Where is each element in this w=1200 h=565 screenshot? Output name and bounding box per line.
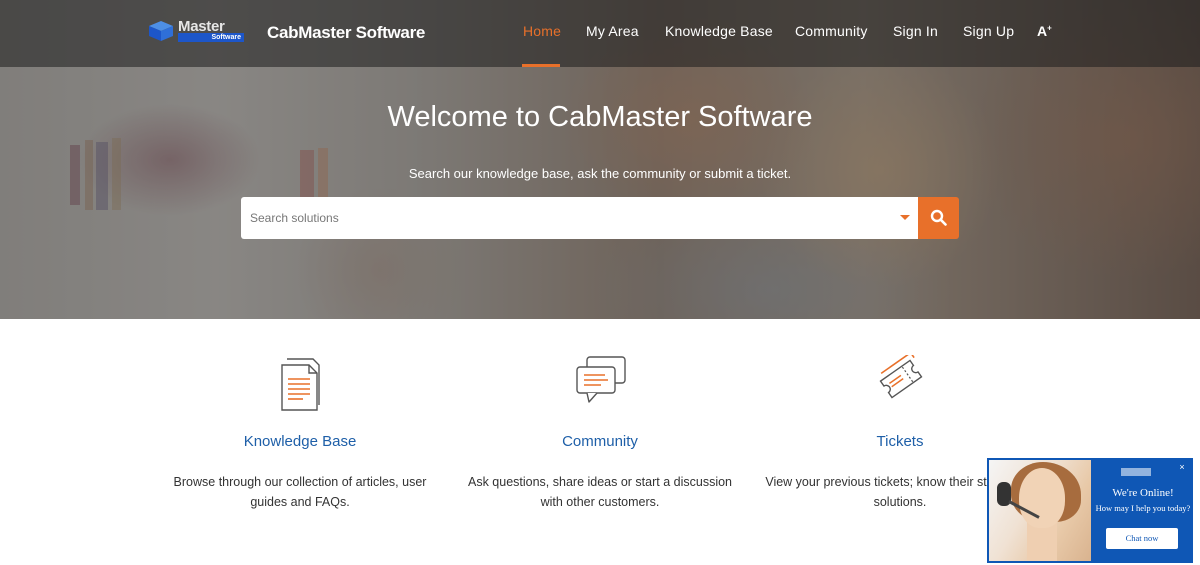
search-input[interactable] bbox=[250, 197, 870, 239]
nav-sign-in[interactable]: Sign In bbox=[893, 23, 938, 39]
font-size-icon: A bbox=[1037, 23, 1048, 39]
chat-logo bbox=[1121, 468, 1151, 476]
agent-face bbox=[1019, 468, 1065, 528]
feature-title[interactable]: Tickets bbox=[750, 433, 1050, 450]
support-agent-photo bbox=[989, 460, 1091, 561]
active-nav-indicator bbox=[522, 64, 560, 67]
chat-now-button[interactable]: Chat now bbox=[1106, 528, 1178, 549]
feature-description: Ask questions, share ideas or start a di… bbox=[467, 475, 733, 509]
top-navigation-bar: Master Software CabMaster Software Home … bbox=[0, 0, 1200, 67]
feature-title[interactable]: Community bbox=[450, 433, 750, 450]
brand-name[interactable]: CabMaster Software bbox=[267, 23, 425, 43]
hero-subtitle: Search our knowledge base, ask the commu… bbox=[408, 166, 792, 181]
hero-title: Welcome to CabMaster Software bbox=[387, 101, 813, 133]
logo-subtext: Software bbox=[178, 33, 244, 42]
search-box bbox=[241, 197, 918, 239]
nav-home[interactable]: Home bbox=[523, 23, 561, 39]
cabmaster-logo[interactable]: Master Software bbox=[148, 18, 248, 44]
nav-sign-up[interactable]: Sign Up bbox=[963, 23, 1014, 39]
live-chat-widget[interactable]: × We're Online! How may I help you today… bbox=[987, 458, 1193, 563]
chat-prompt: How may I help you today? bbox=[1095, 503, 1191, 513]
nav-my-area[interactable]: My Area bbox=[586, 23, 639, 39]
chat-bubbles-icon bbox=[576, 356, 626, 403]
feature-description: Browse through our collection of article… bbox=[173, 475, 427, 509]
nav-community[interactable]: Community bbox=[795, 23, 868, 39]
chat-status: We're Online! bbox=[1112, 487, 1174, 499]
cube-logo-icon bbox=[149, 21, 173, 41]
search-icon bbox=[930, 209, 947, 226]
feature-title[interactable]: Knowledge Base bbox=[150, 433, 450, 450]
search-scope-dropdown[interactable] bbox=[900, 215, 910, 220]
search-button[interactable] bbox=[918, 197, 959, 239]
font-size-toggle[interactable]: A+ bbox=[1037, 23, 1052, 39]
document-icon bbox=[281, 358, 320, 411]
nav-knowledge-base[interactable]: Knowledge Base bbox=[665, 23, 773, 39]
close-icon[interactable]: × bbox=[1177, 462, 1187, 472]
ticket-icon bbox=[879, 355, 923, 399]
